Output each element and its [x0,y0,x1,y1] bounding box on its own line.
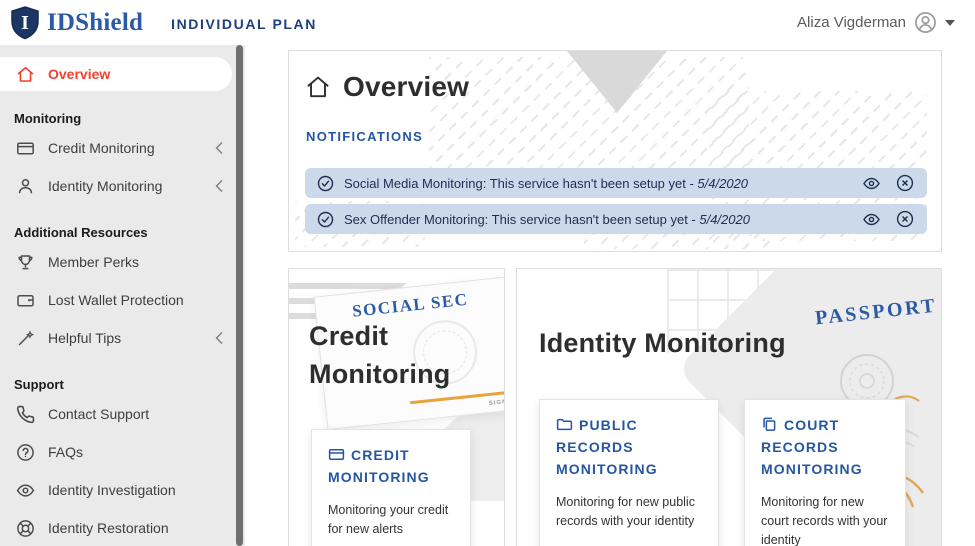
sidebar-item-contact-support[interactable]: Contact Support [0,395,245,433]
sidebar-item-label: Identity Monitoring [48,178,162,194]
home-icon [16,65,35,84]
pages-icon [761,416,778,433]
sidebar-section-support: Support [0,375,245,395]
wallet-icon [16,291,35,310]
subcard-title: CREDIT MONITORING [328,444,458,488]
subcard-body: Monitoring for new court records with yo… [761,493,893,546]
credit-card-icon [16,139,35,158]
sidebar-item-label: Helpful Tips [48,330,121,346]
idshield-logo[interactable]: I IDShield INDIVIDUAL PLAN [10,6,317,40]
sidebar-section-monitoring: Monitoring [0,109,245,129]
sidebar-item-label: Contact Support [48,406,149,422]
sidebar-item-label: Identity Restoration [48,520,169,536]
dismiss-notification-button[interactable] [895,209,915,229]
sidebar-item-credit-monitoring[interactable]: Credit Monitoring [0,129,245,167]
credit-panel-title: Credit Monitoring [309,317,489,393]
sidebar-item-member-perks[interactable]: Member Perks [0,243,245,281]
credit-monitoring-subcard[interactable]: CREDIT MONITORING Monitoring your credit… [311,429,471,546]
subcard-title: PUBLIC RECORDS MONITORING [556,414,706,480]
notification-row-social-media[interactable]: Social Media Monitoring: This service ha… [305,168,927,198]
shield-logo-icon: I [10,6,40,40]
sidebar-item-label: Identity Investigation [48,482,176,498]
sidebar-section-additional-resources: Additional Resources [0,223,245,243]
notification-actions [861,173,915,193]
user-name: Aliza Vigderman [797,14,906,31]
chevron-left-icon [215,142,223,155]
notifications-list: Social Media Monitoring: This service ha… [305,168,927,234]
caret-down-icon [945,20,955,26]
trophy-icon [16,253,35,272]
page-title: Overview [343,71,469,103]
lifebuoy-icon [16,519,35,538]
svg-text:I: I [21,12,29,34]
public-records-monitoring-subcard[interactable]: PUBLIC RECORDS MONITORING Monitoring for… [539,399,719,546]
dismiss-notification-button[interactable] [895,173,915,193]
check-circle-icon [317,175,334,192]
idshield-dashboard: I IDShield INDIVIDUAL PLAN Aliza Vigderm… [0,0,975,546]
sidebar-item-label: FAQs [48,444,83,460]
identity-panel-title: Identity Monitoring [539,324,786,362]
credit-card-icon [328,446,345,463]
view-notification-button[interactable] [861,173,881,193]
credit-monitoring-card[interactable]: SOCIAL SEC SIGNATURE Credit Monitoring C… [288,268,505,546]
dismiss-x-circle-icon [896,210,914,228]
subcard-body: Monitoring your credit for new alerts [328,501,458,539]
notification-date: 5/4/2020 [699,212,750,227]
sidebar-item-label: Member Perks [48,254,139,270]
sidebar: Overview Monitoring Credit Monitoring Id… [0,45,245,546]
avatar-icon [914,11,937,34]
home-icon [305,74,331,100]
subcard-body: Monitoring for new public records with y… [556,493,706,531]
view-eye-icon [862,210,881,229]
logo-wordmark: IDShield [47,9,143,37]
sidebar-item-helpful-tips[interactable]: Helpful Tips [0,319,245,357]
sidebar-item-lost-wallet-protection[interactable]: Lost Wallet Protection [0,281,245,319]
view-notification-button[interactable] [861,209,881,229]
notification-row-sex-offender[interactable]: Sex Offender Monitoring: This service ha… [305,204,927,234]
app-header: I IDShield INDIVIDUAL PLAN Aliza Vigderm… [0,0,975,45]
sidebar-item-identity-investigation[interactable]: Identity Investigation [0,471,245,509]
folder-icon [556,416,573,433]
overview-card: Overview NOTIFICATIONS Social Media Moni… [288,50,942,252]
dismiss-x-circle-icon [896,174,914,192]
eye-icon [16,481,35,500]
signature-text: SIGNATURE [489,396,505,407]
notifications-label: NOTIFICATIONS [306,129,423,144]
user-menu[interactable]: Aliza Vigderman [797,11,955,34]
chevron-left-icon [215,332,223,345]
notification-date: 5/4/2020 [697,176,748,191]
sidebar-item-faqs[interactable]: FAQs [0,433,245,471]
view-eye-icon [862,174,881,193]
chevron-left-icon [215,180,223,193]
sidebar-item-label: Credit Monitoring [48,140,155,156]
notification-text: Social Media Monitoring: This service ha… [344,176,748,191]
overview-heading: Overview [305,71,469,103]
wand-icon [16,329,35,348]
person-icon [16,177,35,196]
sidebar-item-label: Lost Wallet Protection [48,292,184,308]
notification-actions [861,209,915,229]
sidebar-item-label: Overview [48,66,110,82]
notification-text: Sex Offender Monitoring: This service ha… [344,212,750,227]
check-circle-icon [317,211,334,228]
sidebar-item-identity-monitoring[interactable]: Identity Monitoring [0,167,245,205]
identity-monitoring-card[interactable]: PASSPORT Identity Monitoring PUBLIC RECO… [516,268,942,546]
subcard-title: COURT RECORDS MONITORING [761,414,893,480]
question-circle-icon [16,443,35,462]
sidebar-item-identity-restoration[interactable]: Identity Restoration [0,509,245,546]
court-records-monitoring-subcard[interactable]: COURT RECORDS MONITORING Monitoring for … [744,399,906,546]
phone-icon [16,405,35,424]
sidebar-item-overview[interactable]: Overview [0,57,232,91]
plan-label: INDIVIDUAL PLAN [171,13,317,32]
